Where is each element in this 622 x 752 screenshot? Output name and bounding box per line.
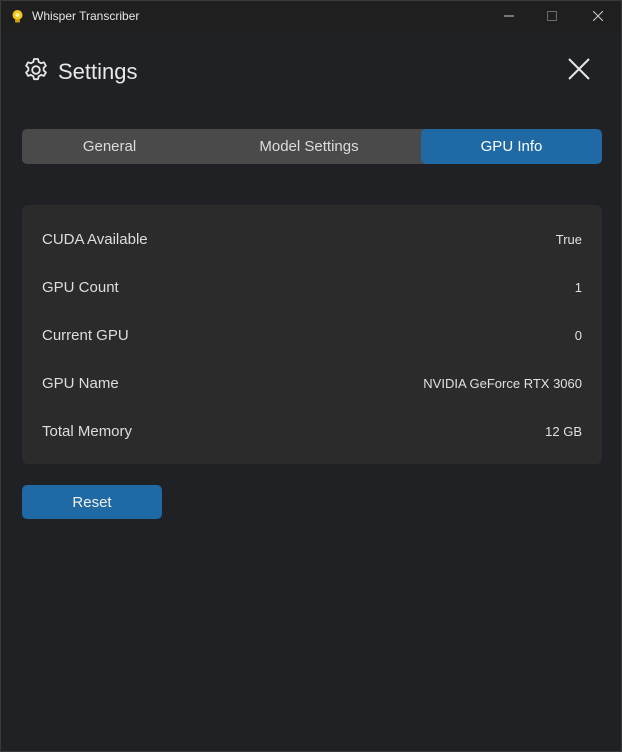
info-row-gpu-count: GPU Count 1 bbox=[42, 277, 582, 297]
title-bar[interactable]: Whisper Transcriber bbox=[1, 1, 621, 32]
page-title: Settings bbox=[58, 59, 138, 84]
info-label: Total Memory bbox=[42, 422, 133, 440]
info-label: GPU Name bbox=[42, 374, 119, 392]
close-icon bbox=[592, 8, 604, 26]
info-row-cuda-available: CUDA Available True bbox=[42, 229, 582, 249]
info-value: NVIDIA GeForce RTX 3060 bbox=[423, 375, 582, 391]
gear-icon bbox=[23, 57, 49, 88]
lightbulb-app-icon bbox=[10, 9, 25, 24]
info-row-gpu-name: GPU Name NVIDIA GeForce RTX 3060 bbox=[42, 373, 582, 393]
info-label: Current GPU bbox=[42, 326, 129, 344]
info-row-total-memory: Total Memory 12 GB bbox=[42, 421, 582, 441]
minimize-icon bbox=[504, 8, 514, 26]
app-window: Whisper Transcriber Settings General Mod… bbox=[0, 0, 622, 752]
minimize-button[interactable] bbox=[486, 1, 532, 32]
reset-button[interactable]: Reset bbox=[22, 485, 162, 519]
close-icon bbox=[567, 57, 591, 86]
settings-header: Settings bbox=[23, 57, 138, 87]
info-value: 1 bbox=[574, 279, 582, 295]
info-value: True bbox=[555, 231, 582, 247]
info-label: CUDA Available bbox=[42, 230, 148, 248]
tab-model-settings[interactable]: Model Settings bbox=[197, 129, 421, 164]
info-value: 12 GB bbox=[545, 423, 582, 439]
close-settings-button[interactable] bbox=[563, 55, 595, 87]
window-title: Whisper Transcriber bbox=[32, 9, 140, 23]
settings-tabs: General Model Settings GPU Info bbox=[22, 129, 602, 164]
info-value: 0 bbox=[574, 327, 582, 343]
maximize-icon bbox=[547, 8, 557, 26]
window-close-button[interactable] bbox=[575, 1, 621, 32]
maximize-button[interactable] bbox=[529, 1, 575, 32]
tab-general[interactable]: General bbox=[22, 129, 197, 164]
tab-gpu-info[interactable]: GPU Info bbox=[421, 129, 602, 164]
gpu-info-panel: CUDA Available True GPU Count 1 Current … bbox=[22, 205, 602, 464]
info-label: GPU Count bbox=[42, 278, 119, 296]
info-row-current-gpu: Current GPU 0 bbox=[42, 325, 582, 345]
